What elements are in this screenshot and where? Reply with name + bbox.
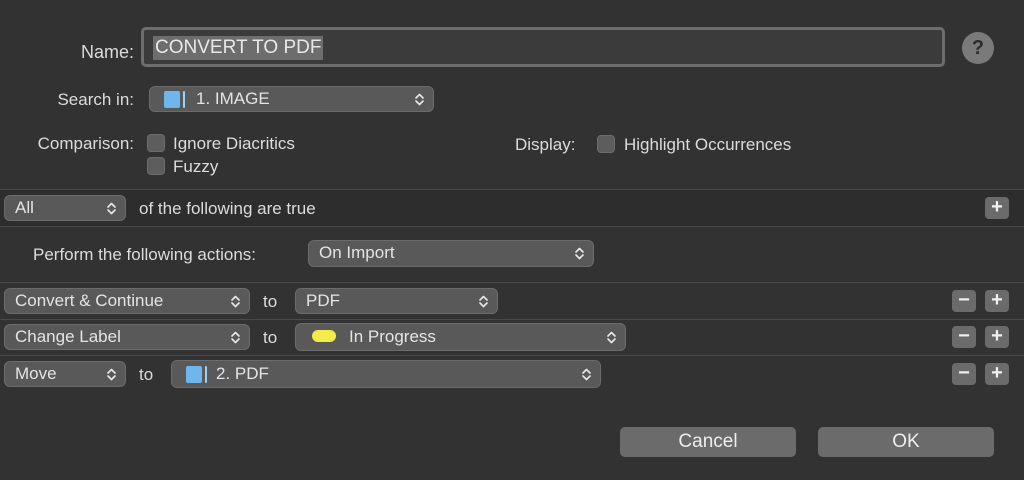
action-select[interactable]: Move xyxy=(4,361,126,387)
to-label: to xyxy=(263,292,278,311)
action-select[interactable]: Change Label xyxy=(4,324,250,350)
comparison-label: Comparison: xyxy=(37,134,134,153)
chevron-updown-icon xyxy=(107,368,116,381)
add-action-button[interactable]: + xyxy=(985,363,1009,385)
highlight-occurrences-label: Highlight Occurrences xyxy=(624,135,792,154)
label-select-value: In Progress xyxy=(349,327,436,346)
ignore-diacritics-checkbox[interactable] xyxy=(147,134,165,152)
chevron-updown-icon xyxy=(107,202,116,215)
label-color-swatch xyxy=(312,330,336,342)
to-label: to xyxy=(263,328,278,347)
name-input-value: CONVERT TO PDF xyxy=(153,36,324,60)
action-select-value: Change Label xyxy=(15,327,121,346)
folder-icon xyxy=(164,91,185,108)
add-action-button[interactable]: + xyxy=(985,290,1009,312)
divider xyxy=(0,282,1024,283)
display-label: Display: xyxy=(515,135,576,154)
remove-action-button[interactable]: − xyxy=(952,290,976,312)
chevron-updown-icon xyxy=(575,247,584,260)
add-action-button[interactable]: + xyxy=(985,326,1009,348)
folder-icon xyxy=(186,366,207,383)
chevron-updown-icon xyxy=(607,331,616,344)
ok-button[interactable]: OK xyxy=(818,427,994,457)
add-condition-button[interactable]: + xyxy=(985,197,1009,219)
remove-action-button[interactable]: − xyxy=(952,363,976,385)
cancel-button[interactable]: Cancel xyxy=(620,427,796,457)
highlight-occurrences-checkbox[interactable] xyxy=(597,135,615,153)
divider xyxy=(0,319,1024,320)
search-in-value: 1. IMAGE xyxy=(196,89,270,108)
trigger-select[interactable]: On Import xyxy=(308,240,594,267)
chevron-updown-icon xyxy=(231,331,240,344)
match-select[interactable]: All xyxy=(4,195,126,221)
match-select-value: All xyxy=(15,198,34,217)
search-in-label: Search in: xyxy=(57,90,134,109)
chevron-updown-icon xyxy=(415,93,424,106)
destination-select[interactable]: 2. PDF xyxy=(171,360,601,388)
destination-value: 2. PDF xyxy=(216,364,269,383)
action-select[interactable]: Convert & Continue xyxy=(4,288,250,314)
fuzzy-label: Fuzzy xyxy=(173,157,219,176)
trigger-select-value: On Import xyxy=(319,243,395,262)
remove-action-button[interactable]: − xyxy=(952,326,976,348)
help-button[interactable]: ? xyxy=(962,32,994,64)
action-select-value: Move xyxy=(15,364,57,383)
ignore-diacritics-label: Ignore Diacritics xyxy=(173,134,295,153)
fuzzy-checkbox[interactable] xyxy=(147,157,165,175)
chevron-updown-icon xyxy=(479,295,488,308)
chevron-updown-icon xyxy=(582,368,591,381)
chevron-updown-icon xyxy=(231,295,240,308)
action-select-value: Convert & Continue xyxy=(15,291,164,310)
name-input[interactable]: CONVERT TO PDF xyxy=(141,27,945,67)
label-select[interactable]: In Progress xyxy=(295,323,626,351)
action-target-select[interactable]: PDF xyxy=(295,288,498,314)
divider xyxy=(0,355,1024,356)
to-label: to xyxy=(139,365,154,384)
name-label: Name: xyxy=(80,42,134,62)
perform-actions-label: Perform the following actions: xyxy=(33,245,256,264)
search-in-select[interactable]: 1. IMAGE xyxy=(149,86,434,112)
action-target-value: PDF xyxy=(306,291,340,310)
divider xyxy=(0,226,1024,227)
conditions-suffix: of the following are true xyxy=(139,199,316,218)
